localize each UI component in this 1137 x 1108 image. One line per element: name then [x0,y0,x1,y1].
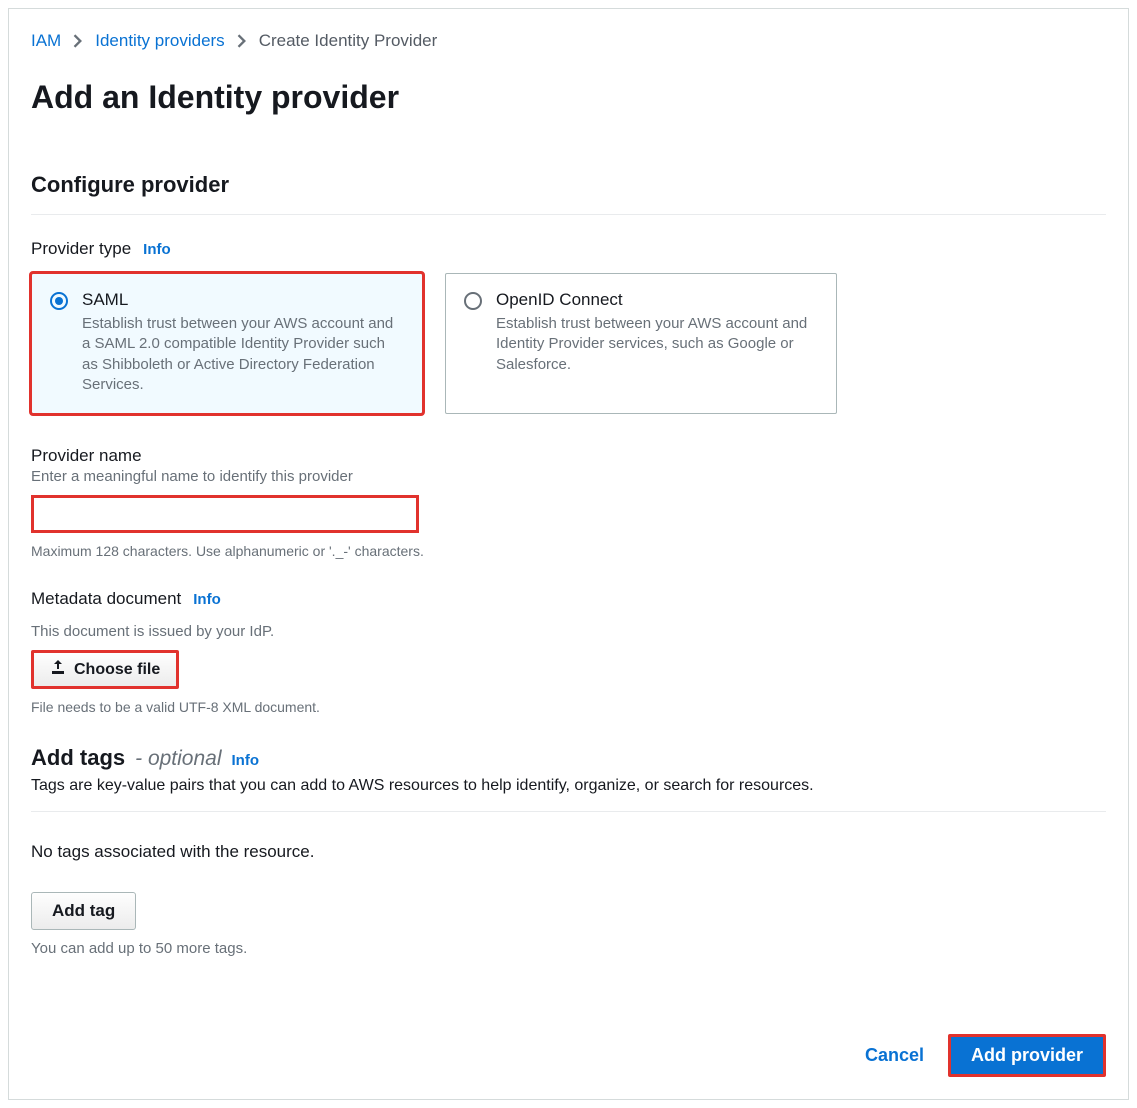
breadcrumb: IAM Identity providers Create Identity P… [31,31,1106,51]
metadata-hint: This document is issued by your IdP. [31,623,1106,640]
provider-type-options: SAML Establish trust between your AWS ac… [31,273,1106,414]
radio-card-title: OpenID Connect [496,290,818,310]
radio-card-desc: Establish trust between your AWS account… [82,314,404,395]
breadcrumb-identity-providers[interactable]: Identity providers [95,31,224,51]
chevron-right-icon [237,34,247,48]
tags-optional: - optional [135,747,221,771]
choose-file-button[interactable]: Choose file [31,650,179,689]
metadata-document-group: Metadata document Info This document is … [31,589,1106,715]
metadata-label: Metadata document [31,589,181,609]
provider-name-input[interactable] [31,495,419,533]
tags-limit-text: You can add up to 50 more tags. [31,940,1106,957]
section-title-configure: Configure provider [31,172,1106,198]
divider [31,811,1106,812]
metadata-label-row: Metadata document Info [31,589,1106,609]
radio-card-saml[interactable]: SAML Establish trust between your AWS ac… [31,273,423,414]
radio-icon [464,292,482,310]
provider-name-hint: Enter a meaningful name to identify this… [31,468,1106,485]
radio-icon [50,292,68,310]
radio-card-body: SAML Establish trust between your AWS ac… [82,290,404,395]
tags-heading: Add tags - optional Info [31,745,1106,771]
provider-type-label-row: Provider type Info [31,239,1106,259]
divider [31,214,1106,215]
radio-card-title: SAML [82,290,404,310]
footer-actions: Cancel Add provider [865,1034,1106,1077]
tags-description: Tags are key-value pairs that you can ad… [31,777,1106,795]
tags-heading-label: Add tags [31,745,125,771]
page-container: IAM Identity providers Create Identity P… [8,8,1129,1100]
add-provider-button[interactable]: Add provider [948,1034,1106,1077]
cancel-button[interactable]: Cancel [865,1045,924,1066]
add-tag-button[interactable]: Add tag [31,892,136,930]
radio-card-desc: Establish trust between your AWS account… [496,314,818,375]
provider-name-help: Maximum 128 characters. Use alphanumeric… [31,543,1106,559]
provider-name-group: Provider name Enter a meaningful name to… [31,446,1106,559]
breadcrumb-iam[interactable]: IAM [31,31,61,51]
choose-file-label: Choose file [74,661,160,679]
page-title: Add an Identity provider [31,79,1106,116]
no-tags-text: No tags associated with the resource. [31,842,1106,862]
metadata-help: File needs to be a valid UTF-8 XML docum… [31,699,1106,715]
breadcrumb-current: Create Identity Provider [259,31,438,51]
provider-name-label: Provider name [31,446,1106,466]
tags-info-link[interactable]: Info [232,752,260,769]
chevron-right-icon [73,34,83,48]
provider-type-label: Provider type [31,239,131,259]
provider-type-info-link[interactable]: Info [143,241,171,258]
upload-icon [50,659,66,680]
radio-card-body: OpenID Connect Establish trust between y… [496,290,818,395]
radio-card-oidc[interactable]: OpenID Connect Establish trust between y… [445,273,837,414]
metadata-info-link[interactable]: Info [193,591,221,608]
